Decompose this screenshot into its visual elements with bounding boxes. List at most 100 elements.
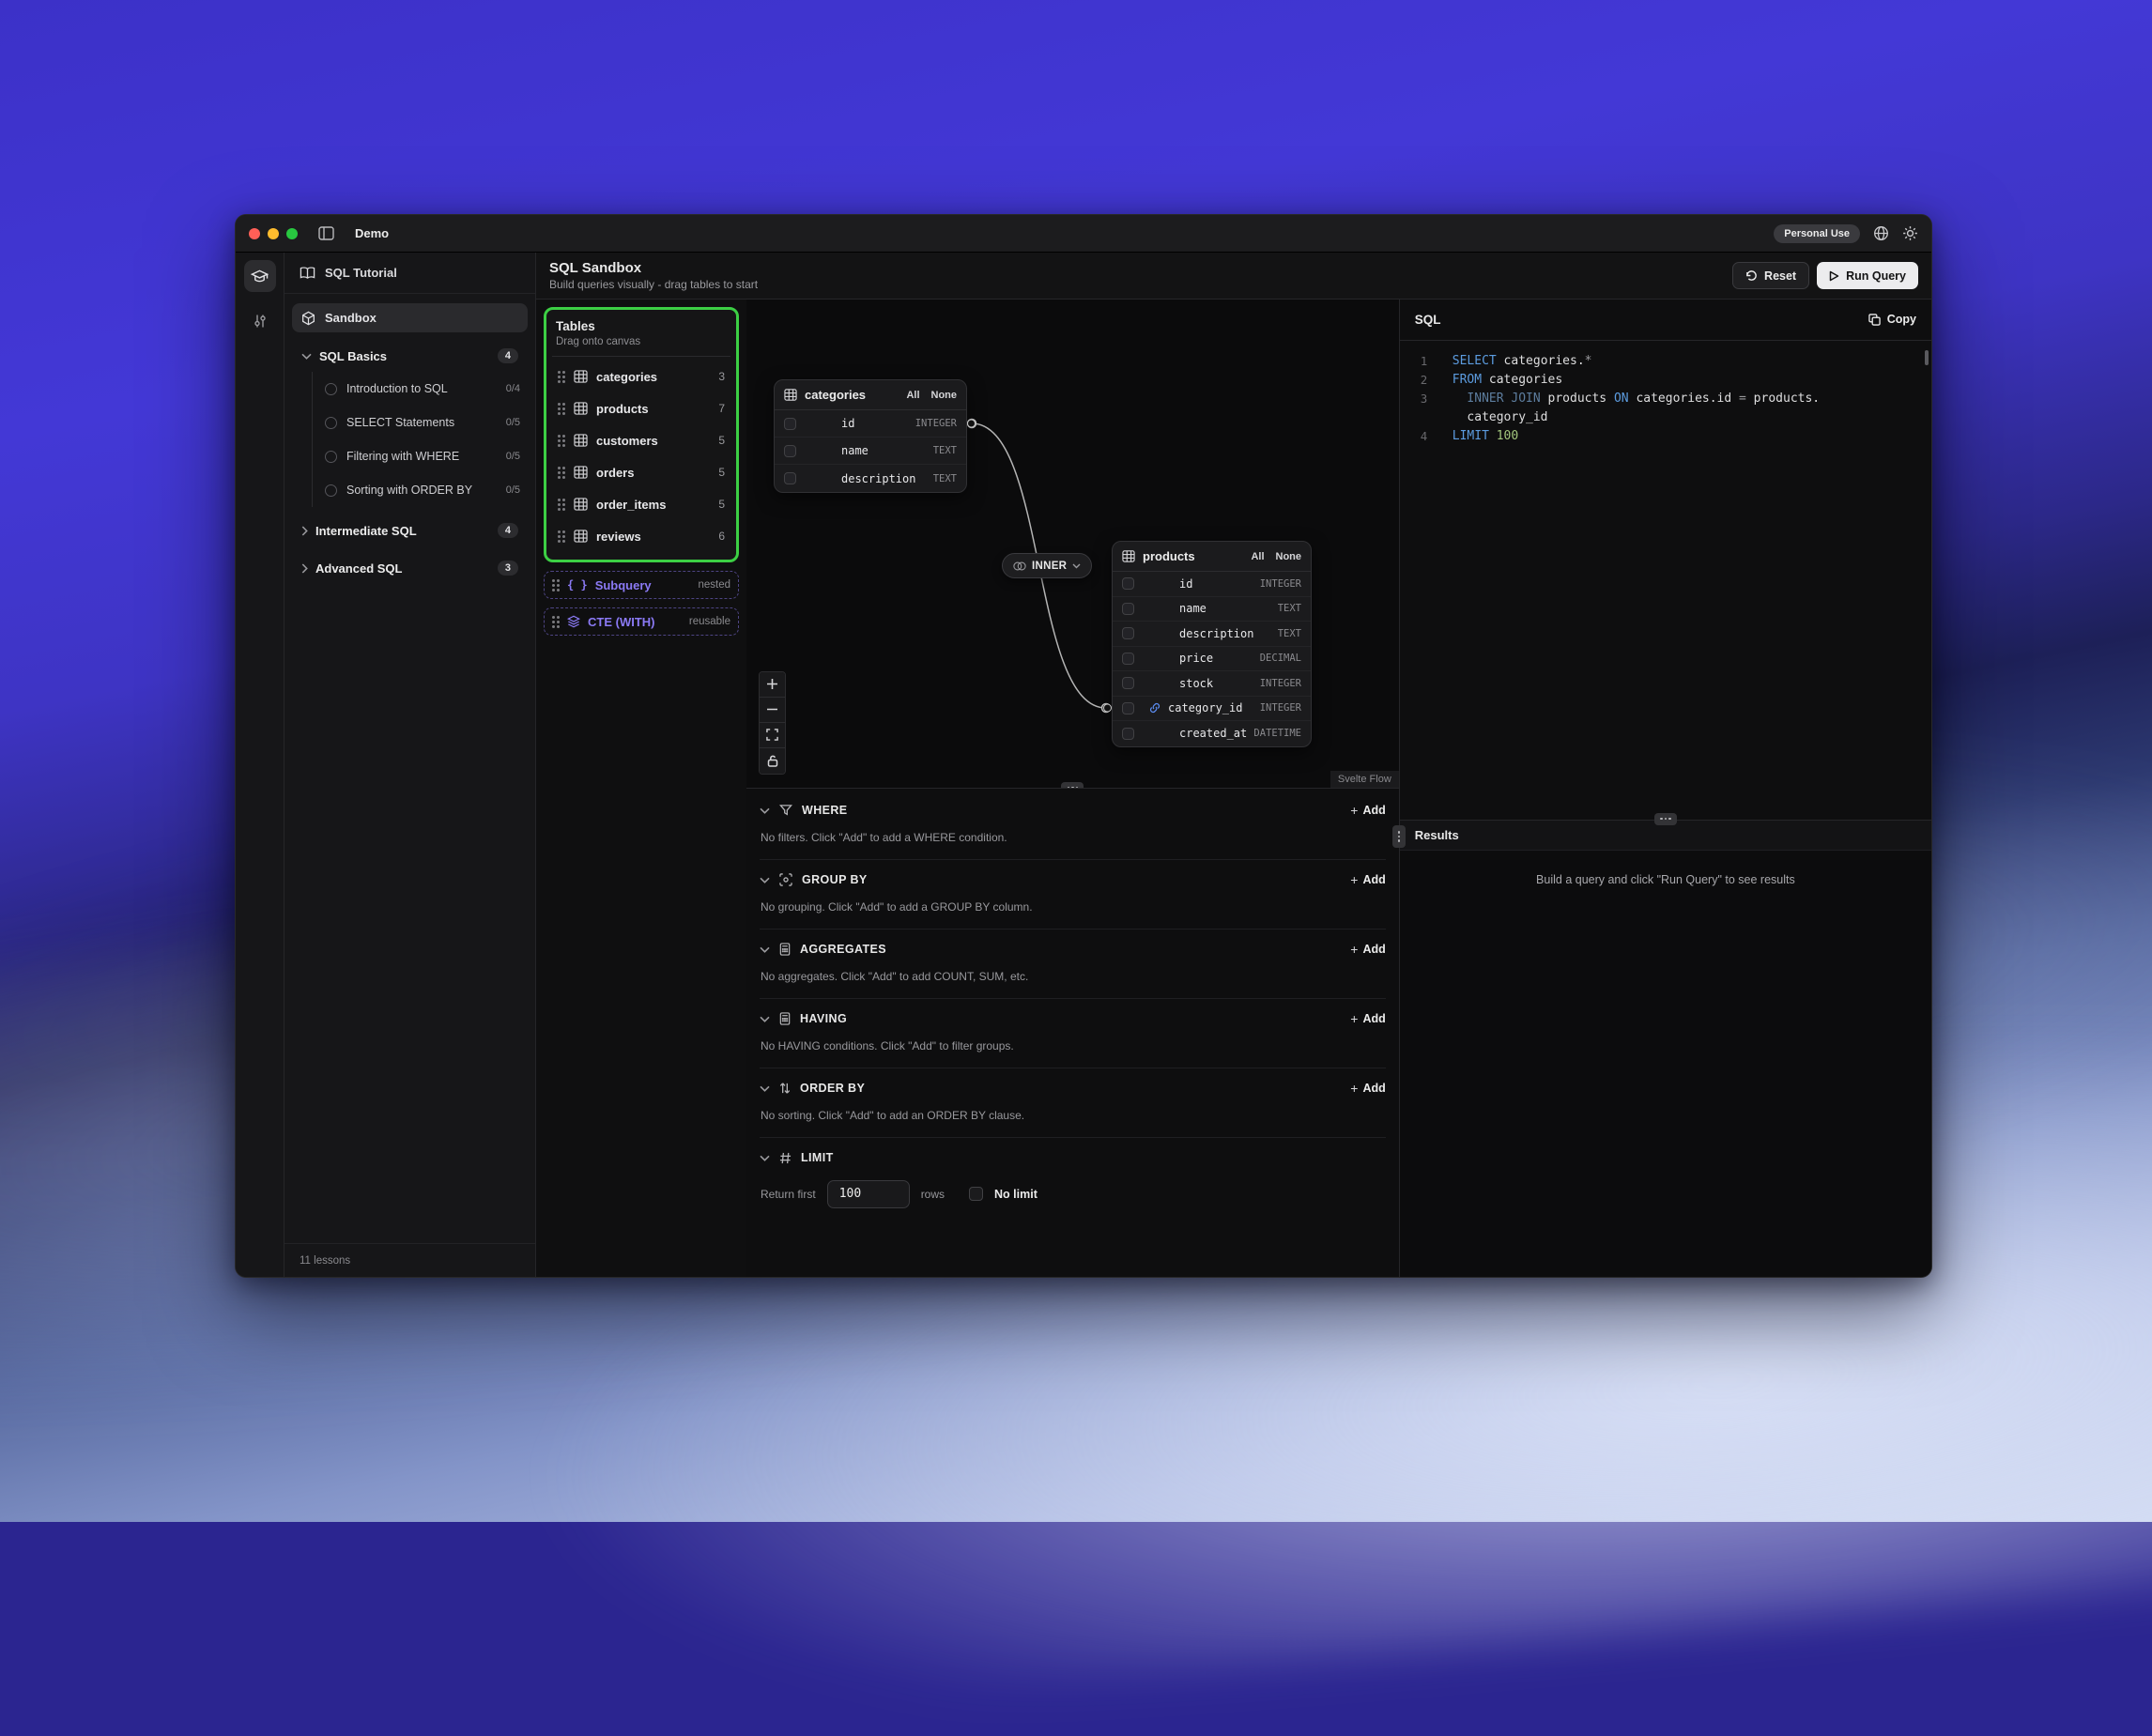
node-header[interactable]: products All None [1113,542,1311,572]
sidebar-toggle-icon[interactable] [318,226,334,240]
run-query-button[interactable]: Run Query [1817,262,1918,289]
license-badge[interactable]: Personal Use [1774,224,1860,243]
select-none-button[interactable]: None [931,390,958,401]
canvas-node-categories[interactable]: categories All None id [774,379,967,493]
add-aggregate-button[interactable]: +Add [1350,942,1386,957]
results-resize-handle[interactable] [1654,813,1677,825]
palette-table-order-items[interactable]: order_items 5 [556,488,727,520]
add-having-button[interactable]: +Add [1350,1011,1386,1026]
palette-cte-item[interactable]: CTE (WITH) reusable [544,607,739,636]
palette-table-categories[interactable]: categories 3 [556,361,727,392]
column-checkbox[interactable] [1122,603,1134,615]
drag-grip-icon[interactable] [558,371,565,383]
lesson-list: Introduction to SQL 0/4 SELECT Statement… [312,372,528,507]
join-type-selector[interactable]: INNER [1002,553,1092,578]
chevron-down-icon[interactable] [760,807,770,814]
palette-table-reviews[interactable]: reviews 6 [556,520,727,552]
palette-subquery-item[interactable]: { } Subquery nested [544,571,739,599]
chevron-down-icon[interactable] [760,877,770,883]
column-count: 7 [718,402,725,415]
column-row-price[interactable]: price DECIMAL [1113,647,1311,672]
zoom-out-button[interactable] [760,698,785,723]
add-group-by-button[interactable]: +Add [1350,872,1386,887]
lesson-item[interactable]: Sorting with ORDER BY 0/5 [323,473,528,507]
add-where-button[interactable]: +Add [1350,803,1386,818]
node-header[interactable]: categories All None [775,380,966,410]
query-canvas[interactable]: categories All None id [746,300,1399,788]
column-row-name[interactable]: name TEXT [1113,597,1311,622]
column-row-description[interactable]: description TEXT [1113,622,1311,647]
column-checkbox[interactable] [784,445,796,457]
drag-grip-icon[interactable] [558,499,565,511]
copy-sql-button[interactable]: Copy [1868,313,1916,326]
column-row-created-at[interactable]: created_at DATETIME [1113,721,1311,746]
settings-rail-button[interactable] [244,305,276,337]
column-row-id[interactable]: id INTEGER [775,410,966,438]
connection-handle[interactable] [967,420,976,428]
column-type: DATETIME [1253,728,1301,739]
canvas-node-products[interactable]: products All None id [1112,541,1312,747]
limit-input[interactable] [827,1180,910,1208]
palette-table-products[interactable]: products 7 [556,392,727,424]
drag-grip-icon[interactable] [558,467,565,479]
chevron-down-icon[interactable] [760,1085,770,1092]
sidebar-section-advanced[interactable]: Advanced SQL 3 [292,554,528,582]
select-all-button[interactable]: All [906,390,919,401]
drag-grip-icon[interactable] [558,403,565,415]
node-title: categories [805,388,866,402]
select-none-button[interactable]: None [1276,551,1302,562]
column-row-name[interactable]: name TEXT [775,438,966,465]
column-checkbox[interactable] [1122,702,1134,714]
column-name: name [841,444,868,457]
connection-handle[interactable] [1103,704,1112,713]
zoom-in-button[interactable] [760,672,785,698]
drag-grip-icon[interactable] [558,530,565,543]
column-checkbox[interactable] [1122,627,1134,639]
select-all-button[interactable]: All [1251,551,1264,562]
column-row-category-id[interactable]: category_id INTEGER [1113,697,1311,722]
column-checkbox[interactable] [1122,728,1134,740]
column-row-id[interactable]: id INTEGER [1113,572,1311,597]
panel-resize-handle-horizontal[interactable] [1061,782,1084,788]
palette-table-orders[interactable]: orders 5 [556,456,727,488]
table-icon [574,402,588,415]
column-row-stock[interactable]: stock INTEGER [1113,671,1311,697]
globe-icon[interactable] [1873,225,1889,241]
copy-label: Copy [1887,313,1916,326]
lesson-item[interactable]: Filtering with WHERE 0/5 [323,439,528,473]
svelte-flow-attribution[interactable]: Svelte Flow [1330,771,1399,788]
clause-empty-text: No aggregates. Click "Add" to add COUNT,… [760,970,1386,995]
drag-grip-icon[interactable] [552,579,560,591]
column-checkbox[interactable] [1122,653,1134,665]
zoom-window-button[interactable] [286,228,298,239]
tutorial-rail-button[interactable] [244,260,276,292]
cte-tag: reusable [689,616,730,627]
chevron-down-icon[interactable] [760,1016,770,1022]
fit-view-button[interactable] [760,723,785,748]
chevron-down-icon[interactable] [760,1155,770,1161]
reset-button[interactable]: Reset [1732,262,1809,289]
drag-grip-icon[interactable] [558,435,565,447]
sidebar-section-intermediate[interactable]: Intermediate SQL 4 [292,516,528,545]
lesson-item[interactable]: Introduction to SQL 0/4 [323,372,528,406]
sidebar-section-sql-basics[interactable]: SQL Basics 4 [292,342,528,370]
palette-table-customers[interactable]: customers 5 [556,424,727,456]
add-order-by-button[interactable]: +Add [1350,1081,1386,1096]
gear-icon[interactable] [1902,225,1918,241]
close-button[interactable] [249,228,260,239]
scrollbar-thumb[interactable] [1925,350,1929,365]
lock-toggle-button[interactable] [760,748,785,774]
column-checkbox[interactable] [1122,677,1134,689]
sql-code[interactable]: 1SELECT categories.*2FROM categories3 IN… [1400,341,1931,820]
panel-resize-handle-vertical[interactable] [1392,825,1406,848]
column-checkbox[interactable] [1122,577,1134,590]
column-checkbox[interactable] [784,472,796,484]
lesson-item[interactable]: SELECT Statements 0/5 [323,406,528,439]
sidebar-item-sandbox[interactable]: Sandbox [292,303,528,332]
column-row-description[interactable]: description TEXT [775,465,966,492]
no-limit-checkbox[interactable] [969,1187,983,1201]
drag-grip-icon[interactable] [552,616,560,628]
column-checkbox[interactable] [784,418,796,430]
minimize-button[interactable] [268,228,279,239]
chevron-down-icon[interactable] [760,946,770,953]
